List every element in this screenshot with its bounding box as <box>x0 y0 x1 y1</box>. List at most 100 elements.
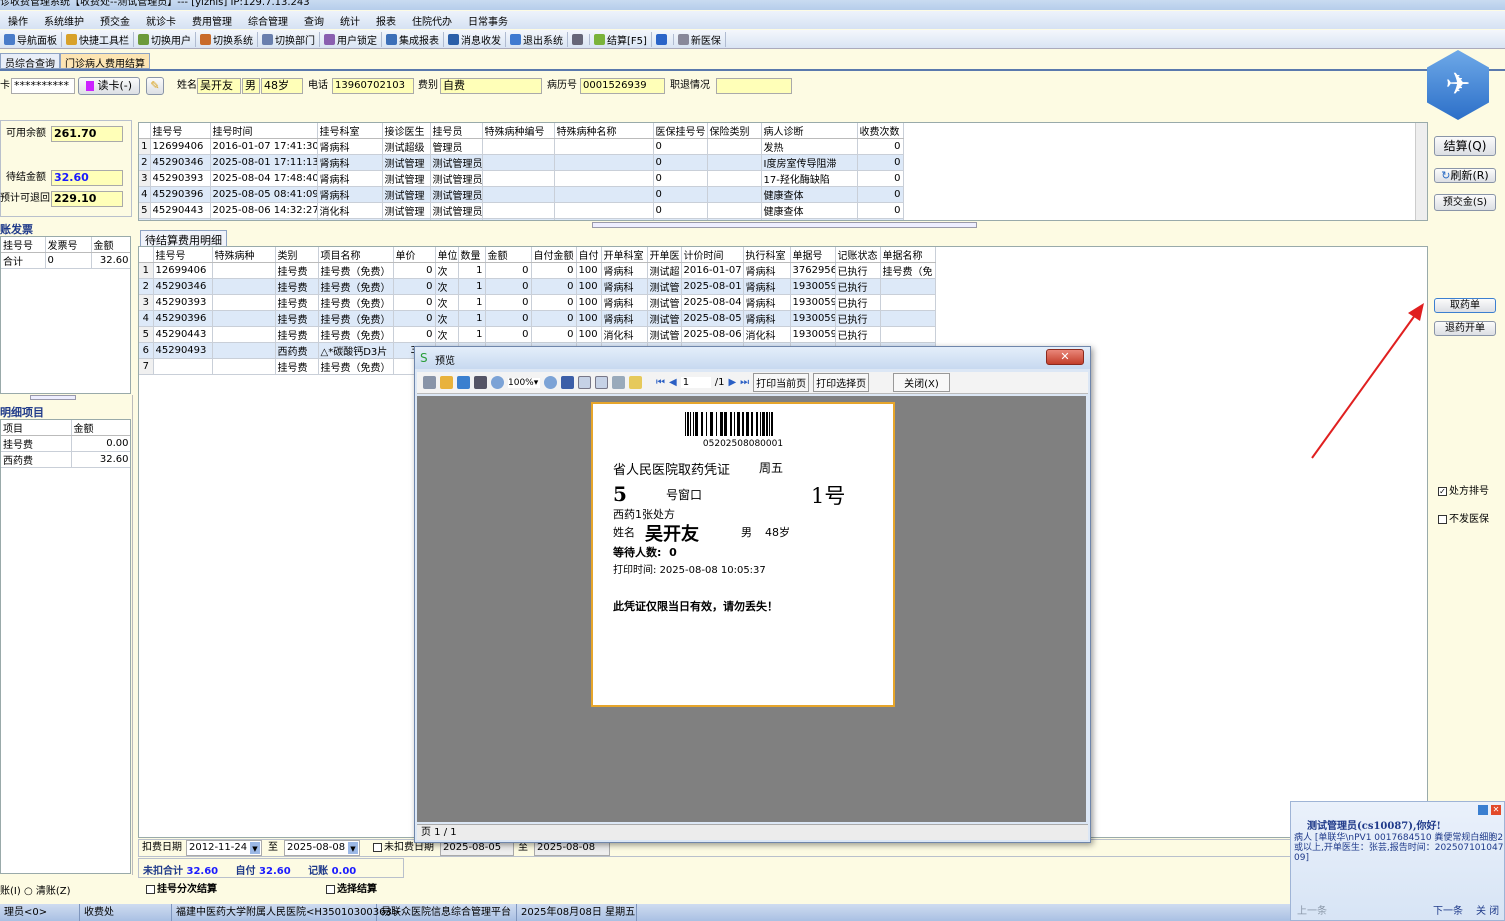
save-icon[interactable] <box>457 376 470 389</box>
age-field[interactable]: 48岁 <box>261 78 303 94</box>
column-header[interactable]: 病人诊断 <box>761 123 858 139</box>
next-page-icon[interactable]: ▶ <box>728 377 736 388</box>
menu-item[interactable]: 住院代办 <box>404 13 460 28</box>
toolbar-button[interactable]: 消息收发 <box>444 31 506 47</box>
column-header[interactable]: 类别 <box>275 247 319 263</box>
column-header[interactable]: 开单科室 <box>601 247 648 263</box>
split-settle-checkbox[interactable]: 挂号分次结算 <box>146 882 217 898</box>
menu-item[interactable]: 综合管理 <box>240 13 296 28</box>
print-icon[interactable] <box>423 376 436 389</box>
fee-type-field[interactable]: 自费 <box>440 78 542 94</box>
table-row[interactable]: 3 45290393 挂号费 挂号费（免费） 0 次 1 0 0 100 肾病科 测试管 2025-08… <box>139 294 936 311</box>
column-header[interactable]: 保险类别 <box>707 123 762 139</box>
table-row[interactable]: 1 12699406 2016-01-07 17:41:30 肾病科 测试超级 管理员 0 发… <box>139 138 904 155</box>
column-header[interactable]: 收费次数 <box>857 123 904 139</box>
edit-icon[interactable] <box>629 376 642 389</box>
column-header[interactable]: 单价 <box>393 247 436 263</box>
zoom-select[interactable]: 100%▾ <box>508 377 540 388</box>
toolbar-button[interactable]: 退出系统 <box>506 31 568 47</box>
column-header[interactable]: 挂号时间 <box>210 123 318 139</box>
table-row[interactable]: 合计 0 32.60 <box>1 252 130 269</box>
card-number-field[interactable]: ********** <box>11 78 75 94</box>
column-header[interactable]: 计价时间 <box>681 247 744 263</box>
column-header[interactable]: 金额 <box>485 247 532 263</box>
column-header[interactable]: 接诊医生 <box>382 123 431 139</box>
column-header[interactable]: 记账状态 <box>835 247 881 263</box>
toolbar-button[interactable]: 导航面板 <box>0 31 62 47</box>
table-row[interactable]: 5 45290443 挂号费 挂号费（免费） 0 次 1 0 0 100 消化科 测试管 2025-08… <box>139 326 936 343</box>
column-header[interactable]: 特殊病种 <box>212 247 276 263</box>
column-header[interactable]: 挂号号 <box>150 123 211 139</box>
last-page-icon[interactable]: ⏭ <box>740 377 749 388</box>
menu-item[interactable]: 查询 <box>296 13 332 28</box>
close-icon[interactable]: ✕ <box>1491 805 1501 815</box>
toolbar-button[interactable]: 结算[F5] <box>590 31 652 47</box>
column-header[interactable]: 自付 <box>576 247 602 263</box>
splitter-handle-h[interactable] <box>592 222 977 228</box>
deposit-button[interactable]: 预交金(S) <box>1434 194 1496 211</box>
left-radios[interactable]: 账(I) ○ 清账(Z) <box>0 884 71 900</box>
prev-page-icon[interactable]: ◀ <box>669 377 677 388</box>
retire-field[interactable] <box>716 78 792 94</box>
registration-scrollbar[interactable] <box>1415 123 1427 220</box>
name-field[interactable]: 吴开友 <box>197 78 241 94</box>
table-row[interactable]: 西药费 32.60 <box>1 451 130 468</box>
menu-item[interactable]: 就诊卡 <box>138 13 184 28</box>
column-header[interactable]: 医保挂号号 <box>653 123 708 139</box>
take-drug-button[interactable]: 取药单 <box>1434 298 1496 313</box>
menu-item[interactable]: 预交金 <box>92 13 138 28</box>
column-header[interactable]: 特殊病种名称 <box>554 123 654 139</box>
menu-item[interactable]: 报表 <box>368 13 404 28</box>
toolbar-button[interactable]: 用户锁定 <box>320 31 382 47</box>
toolbar-button[interactable]: 切换系统 <box>196 31 258 47</box>
menu-item[interactable]: 费用管理 <box>184 13 240 28</box>
select-settle-checkbox[interactable]: 选择结算 <box>326 882 377 898</box>
toolbar-button[interactable]: 新医保 <box>674 31 726 47</box>
column-header[interactable]: 开单医 <box>647 247 682 263</box>
open-icon[interactable] <box>440 376 453 389</box>
refresh-button[interactable]: ↻刷新(R) <box>1434 168 1496 183</box>
column-header[interactable]: 发票号 <box>45 237 92 253</box>
column-header[interactable]: 金额 <box>71 420 130 436</box>
no-insurance-checkbox[interactable]: 不发医保 <box>1438 512 1489 528</box>
column-header[interactable]: 挂号号 <box>153 247 213 263</box>
settings-icon[interactable] <box>612 376 625 389</box>
chevron-down-icon[interactable]: ▼ <box>250 842 260 854</box>
toolbar-button[interactable] <box>652 33 674 45</box>
zoom-out-icon[interactable] <box>544 376 557 389</box>
column-header[interactable]: 项目名称 <box>318 247 394 263</box>
print-select-button[interactable]: 打印选择页 <box>813 373 870 392</box>
rx-queue-checkbox[interactable]: ✓ 处方排号 <box>1438 484 1489 500</box>
sex-field[interactable]: 男 <box>242 78 260 94</box>
page-input[interactable]: 1 <box>680 377 711 388</box>
table-row[interactable]: 2 45290346 2025-08-01 17:11:13 肾病科 测试管理 测试管理员… <box>139 154 904 171</box>
zoom-in-icon[interactable] <box>491 376 504 389</box>
column-header[interactable]: 自付金额 <box>531 247 577 263</box>
tab-staff-query[interactable]: 员综合查询 <box>0 53 60 70</box>
tab-outpatient-settlement[interactable]: 门诊病人费用结算 <box>60 53 150 70</box>
settle-button[interactable]: 结算(Q) <box>1434 136 1496 156</box>
table-row[interactable]: 6452904932025-08-08 10:02:30消化科测试管理测试管理员… <box>139 218 904 220</box>
column-header[interactable]: 单据号 <box>790 247 836 263</box>
preview-close-button[interactable]: 关闭(X) <box>893 373 950 392</box>
toolbar-button[interactable] <box>568 33 590 45</box>
splitter-handle[interactable] <box>30 395 76 400</box>
column-header[interactable]: 金额 <box>91 237 130 253</box>
find-icon[interactable] <box>474 376 487 389</box>
menu-item[interactable]: 操作 <box>0 13 36 28</box>
table-row[interactable]: 5 45290443 2025-08-06 14:32:27 消化科 测试管理 测试管理员… <box>139 202 904 219</box>
close-icon[interactable]: ✕ <box>1046 349 1084 365</box>
first-page-icon[interactable]: ⏮ <box>656 377 665 388</box>
two-page-icon[interactable] <box>595 376 608 389</box>
close-message-link[interactable]: 关 闭 <box>1476 902 1499 917</box>
read-card-button[interactable]: 读卡(-) <box>78 77 140 95</box>
column-header[interactable]: 数量 <box>458 247 486 263</box>
toolbar-button[interactable]: 集成报表 <box>382 31 444 47</box>
toolbar-button[interactable]: 切换用户 <box>134 31 196 47</box>
deduct-to-select[interactable]: 2025-08-08 ▼ <box>284 840 360 856</box>
single-page-icon[interactable] <box>578 376 591 389</box>
toolbar-button[interactable]: 切换部门 <box>258 31 320 47</box>
column-header[interactable]: 挂号号 <box>1 237 46 253</box>
column-header[interactable]: 挂号科室 <box>317 123 383 139</box>
column-header[interactable]: 单据名称 <box>880 247 936 263</box>
